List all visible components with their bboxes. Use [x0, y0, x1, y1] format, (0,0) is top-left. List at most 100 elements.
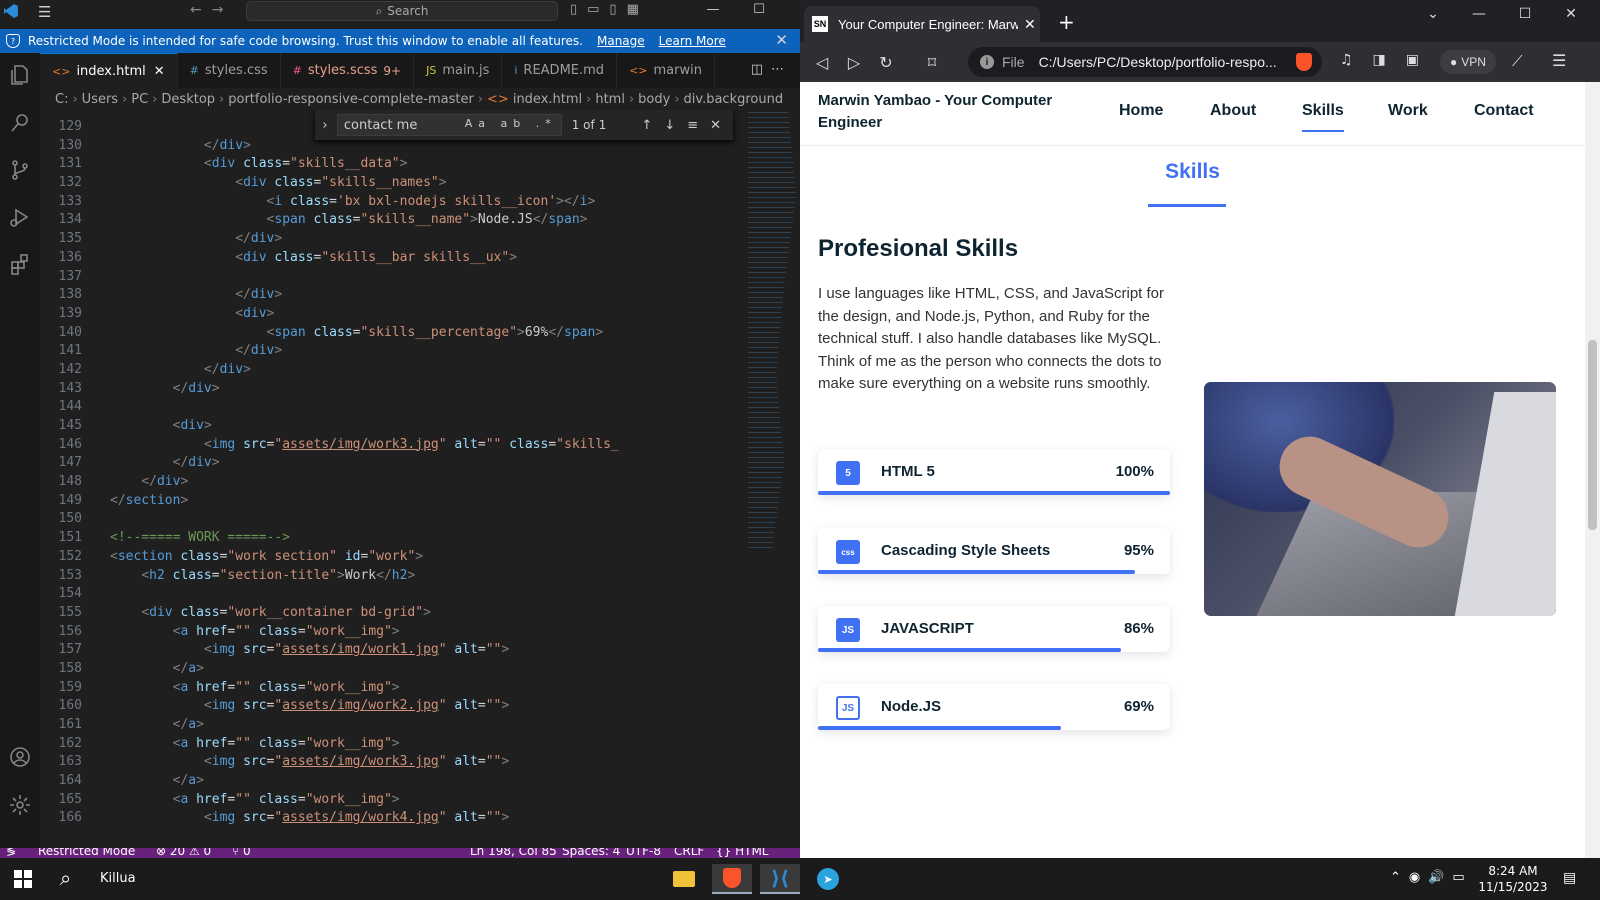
close-icon[interactable]: ✕	[1548, 6, 1594, 22]
find-options[interactable]: Aa ab .*	[465, 117, 557, 130]
notifications-icon[interactable]: ▤	[1563, 870, 1576, 886]
page-scrollbar[interactable]	[1585, 82, 1600, 858]
browser-window: SN Your Computer Engineer: Marwin ✕ + ⌄ …	[800, 0, 1600, 858]
brave-shields-icon[interactable]	[1296, 53, 1312, 71]
encoding[interactable]: UTF-8	[626, 848, 661, 858]
indentation[interactable]: Spaces: 4	[562, 848, 620, 858]
explorer-icon[interactable]	[6, 61, 34, 89]
maximize-icon[interactable]: ☐	[1502, 6, 1548, 22]
wallet-icon[interactable]: ⟋	[1512, 52, 1523, 70]
back-icon[interactable]: ◁	[806, 53, 838, 72]
manage-link[interactable]: Manage	[597, 34, 645, 48]
breadcrumb-item[interactable]: div.background	[684, 92, 784, 107]
nav-skills[interactable]: Skills	[1302, 102, 1344, 132]
extensions-icon[interactable]	[6, 250, 34, 278]
tab-search-icon[interactable]: ⌄	[1410, 6, 1456, 22]
command-center-search[interactable]: ⌕ Search	[246, 1, 558, 21]
nav-arrows-icon[interactable]: ←→	[190, 2, 233, 18]
run-debug-icon[interactable]	[6, 203, 34, 231]
skill-name: HTML 5	[881, 463, 935, 480]
tab-readme-md[interactable]: i README.md	[502, 53, 618, 88]
find-input[interactable]: contact me Aa ab .*	[336, 114, 562, 136]
maximize-icon[interactable]: ☐	[736, 0, 782, 20]
ports-status[interactable]: ⑂ 0	[232, 848, 251, 858]
tab-styles-css[interactable]: # styles.css	[178, 53, 281, 88]
eol[interactable]: CRLF	[674, 848, 704, 858]
menu-hamburger-icon[interactable]: ☰	[38, 3, 51, 21]
source-control-icon[interactable]	[6, 156, 34, 184]
restricted-mode-status[interactable]: Restricted Mode	[38, 848, 135, 858]
find-query: contact me	[343, 117, 418, 133]
javascript-icon: JS	[836, 618, 860, 642]
nav-contact[interactable]: Contact	[1474, 102, 1534, 120]
skill-percentage: 100%	[1115, 463, 1154, 480]
layout-toggle-icons[interactable]: ▯▭▯▦	[570, 2, 649, 17]
tab-styles-scss[interactable]: # styles.scss 9+	[281, 53, 415, 88]
split-editor-more-icons[interactable]: ◫⋯	[751, 62, 792, 77]
cursor-position[interactable]: Ln 198, Col 85	[470, 848, 557, 858]
brave-browser-icon[interactable]	[712, 864, 752, 894]
tab-index-html[interactable]: <> index.html ✕	[40, 53, 178, 88]
breadcrumb-item[interactable]: body	[638, 92, 670, 107]
nav-work[interactable]: Work	[1388, 102, 1428, 120]
tab-label: README.md	[523, 63, 605, 78]
skills-description: I use languages like HTML, CSS, and Java…	[818, 285, 1164, 392]
settings-gear-icon[interactable]	[6, 791, 34, 819]
account-icon[interactable]	[6, 743, 34, 771]
title-bar: ☰ ←→ ⌕ Search ▯▭▯▦ — ☐ ✕	[0, 0, 810, 22]
new-tab-icon[interactable]: +	[1058, 10, 1075, 34]
language-mode[interactable]: {} HTML	[716, 848, 768, 858]
minimize-icon[interactable]: —	[690, 0, 736, 20]
problems-status[interactable]: ⊗ 20 ⚠ 0	[156, 848, 211, 858]
scrollbar-thumb[interactable]	[1588, 340, 1597, 530]
nav-home[interactable]: Home	[1119, 102, 1163, 120]
search-view-icon[interactable]	[6, 109, 34, 137]
minimap[interactable]	[748, 110, 796, 550]
find-nav-controls[interactable]: ↑↓≡✕	[641, 118, 733, 133]
vscode-logo-icon[interactable]	[0, 0, 22, 22]
file-explorer-icon[interactable]	[664, 864, 704, 894]
skill-card: css Cascading Style Sheets 95%	[818, 528, 1170, 574]
skill-name: Node.JS	[881, 698, 942, 715]
toolbar-action-icons[interactable]: ♫◨▣	[1340, 52, 1439, 68]
address-bar[interactable]: i File C:/Users/PC/Desktop/portfolio-res…	[968, 47, 1322, 77]
tab-close-icon[interactable]: ✕	[1024, 16, 1036, 33]
breadcrumb-item[interactable]: Users	[82, 92, 118, 107]
tab-label: main.js	[442, 63, 490, 78]
find-widget: › contact me Aa ab .* 1 of 1 ↑↓≡✕	[315, 110, 733, 140]
breadcrumb-item[interactable]: Desktop	[161, 92, 215, 107]
remote-icon[interactable]: ≶	[6, 848, 16, 858]
banner-close-icon[interactable]: ✕	[775, 31, 788, 49]
breadcrumb-item[interactable]: C:	[55, 92, 68, 107]
site-logo[interactable]: Marwin Yambao - Your Computer Engineer	[818, 90, 1088, 134]
vscode-taskbar-icon[interactable]: ⟩⟨	[760, 864, 800, 894]
tab-main-js[interactable]: JS main.js	[414, 53, 503, 88]
taskbar-user-label[interactable]: Killua	[100, 871, 136, 886]
start-windows-icon[interactable]	[14, 870, 32, 888]
taskbar-search-icon[interactable]: ⌕	[60, 866, 71, 890]
section-title-underline	[1148, 204, 1226, 207]
reload-icon[interactable]: ↻	[870, 53, 902, 72]
minimize-icon[interactable]: —	[1456, 6, 1502, 22]
system-tray-icons[interactable]: ⌃◉🔊▭	[1390, 870, 1473, 885]
vpn-button[interactable]: ● VPN	[1440, 50, 1496, 74]
clock[interactable]: 8:24 AM 11/15/2023	[1478, 863, 1548, 895]
tab-marwin[interactable]: <> marwin	[617, 53, 715, 88]
forward-icon[interactable]: ▷	[838, 53, 870, 72]
tab-close-icon[interactable]: ✕	[154, 64, 165, 79]
html-file-icon: <>	[487, 91, 509, 107]
toggle-replace-icon[interactable]: ›	[315, 118, 335, 133]
telegram-icon[interactable]: ➤	[808, 864, 848, 894]
breadcrumb-item[interactable]: html	[595, 92, 625, 107]
info-icon[interactable]: i	[980, 55, 994, 69]
bookmark-icon[interactable]: ⌑	[916, 53, 948, 72]
learn-more-link[interactable]: Learn More	[659, 34, 726, 48]
code-editor[interactable]: 129 130 131 132 133 134 135 136 137 138 139 140 141 1…	[40, 110, 800, 848]
browser-menu-icon[interactable]: ☰	[1552, 51, 1566, 70]
breadcrumb-item[interactable]: index.html	[513, 92, 582, 107]
browser-tab[interactable]: SN Your Computer Engineer: Marwin ✕	[804, 6, 1040, 42]
breadcrumb-item[interactable]: PC	[131, 92, 148, 107]
breadcrumb-item[interactable]: portfolio-responsive-complete-master	[228, 92, 474, 107]
tab-title: Your Computer Engineer: Marwin	[838, 16, 1018, 32]
nav-about[interactable]: About	[1210, 102, 1256, 120]
